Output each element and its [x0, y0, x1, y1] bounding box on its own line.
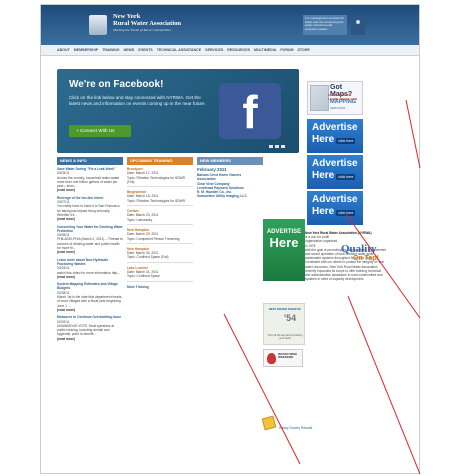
annotation-arrow	[223, 313, 301, 465]
annotation-arrow	[347, 295, 421, 475]
annotation-arrows	[223, 99, 421, 475]
annotation-arrow	[405, 99, 421, 169]
annotation-arrow	[345, 213, 421, 319]
